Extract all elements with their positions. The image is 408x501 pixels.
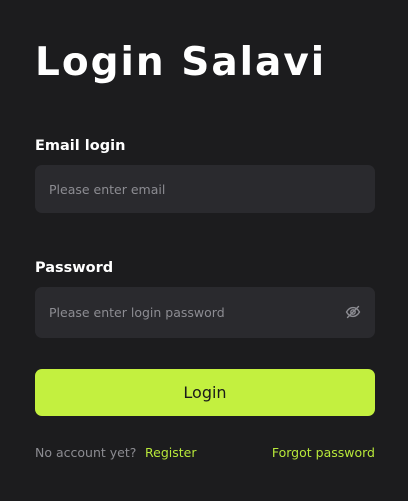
no-account-text: No account yet? <box>35 445 137 460</box>
eye-off-icon[interactable] <box>345 304 361 320</box>
email-label: Email login <box>35 138 126 154</box>
email-field-container <box>35 165 375 213</box>
password-label: Password <box>35 260 114 276</box>
page-title: Login Salavi <box>35 40 327 85</box>
register-link[interactable]: Register <box>145 444 196 462</box>
forgot-password-link[interactable]: Forgot password <box>272 444 375 462</box>
email-field[interactable] <box>35 165 375 213</box>
password-field[interactable] <box>35 287 375 338</box>
login-page: Login Salavi Email login Password Login … <box>0 0 408 501</box>
login-button[interactable]: Login <box>35 369 375 416</box>
password-field-container <box>35 287 375 338</box>
footer-links: No account yet? Register Forgot password <box>35 444 375 462</box>
